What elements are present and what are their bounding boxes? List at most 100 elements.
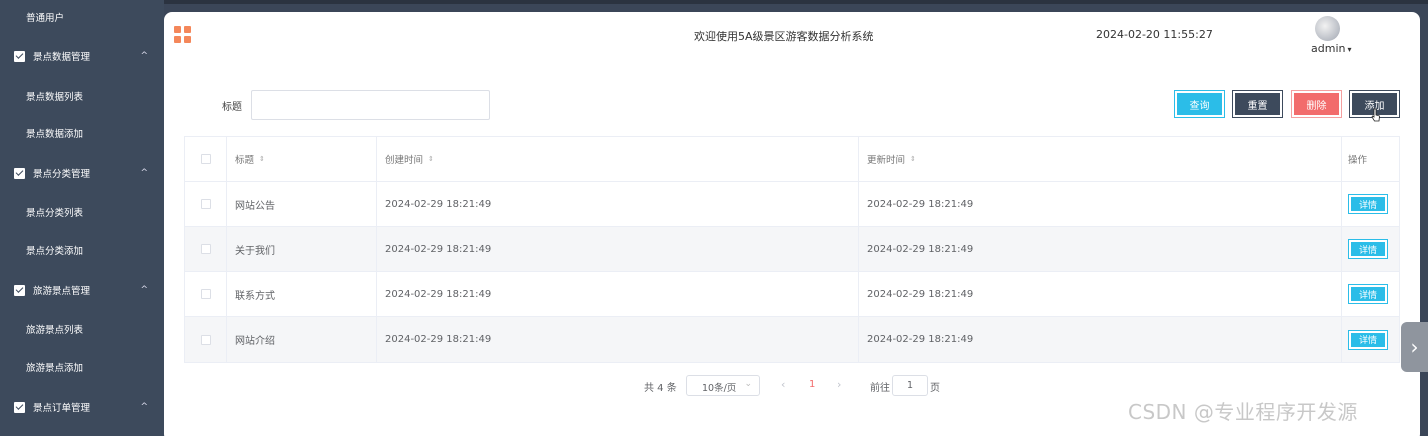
user-menu[interactable]: admin ▾	[1311, 42, 1351, 55]
caret-down-icon: ▾	[1347, 45, 1352, 54]
page-number-current[interactable]: 1	[809, 379, 815, 390]
sort-icon[interactable]: ⇕	[910, 155, 916, 163]
cell-created: 2024-02-29 18:21:49	[377, 182, 859, 226]
cell-created: 2024-02-29 18:21:49	[377, 227, 859, 271]
sidebar-item-label: 景点数据管理	[33, 52, 91, 63]
row-select-cell	[185, 182, 227, 226]
row-checkbox[interactable]	[200, 334, 211, 345]
sidebar-group[interactable]: 景点分类管理 ^	[0, 154, 164, 192]
main-panel: 欢迎使用5A级景区游客数据分析系统 2024-02-20 11:55:27 ad…	[164, 12, 1420, 436]
delete-button[interactable]: 删除	[1291, 90, 1342, 118]
cell-created: 2024-02-29 18:21:49	[377, 272, 859, 316]
sidebar-item-label: 景点分类添加	[26, 246, 84, 257]
drawer-toggle-button[interactable]: ›	[1401, 322, 1428, 372]
column-header-created[interactable]: 创建时间 ⇕	[377, 137, 859, 181]
detail-button[interactable]: 详情	[1348, 239, 1388, 259]
row-checkbox[interactable]	[200, 199, 211, 209]
sidebar-item[interactable]: 景点数据列表	[0, 77, 164, 115]
sidebar-item-label: 旅游景点管理	[33, 286, 91, 297]
sidebar-item-label: 景点订单管理	[33, 403, 91, 414]
cell-title: 网站公告	[227, 182, 377, 226]
column-header-updated[interactable]: 更新时间 ⇕	[859, 137, 1342, 181]
reset-button-label: 重置	[1247, 100, 1268, 112]
cell-ops: 详情	[1342, 272, 1399, 316]
column-ops-label: 操作	[1348, 155, 1368, 166]
reset-button[interactable]: 重置	[1232, 90, 1283, 118]
avatar[interactable]	[1315, 16, 1340, 41]
sidebar-item-label: 普通用户	[26, 13, 65, 24]
cell-updated: 2024-02-29 18:21:49	[859, 272, 1342, 316]
menu-checkbox-icon	[14, 401, 25, 413]
goto-page-input[interactable]	[892, 375, 928, 396]
sidebar-item-label: 景点数据列表	[26, 92, 84, 103]
sidebar-item[interactable]: 旅游景点列表	[0, 310, 164, 348]
sidebar-item-label: 景点分类列表	[26, 208, 84, 219]
cell-updated: 2024-02-29 18:21:49	[859, 182, 1342, 226]
cell-title: 关于我们	[227, 227, 377, 271]
row-checkbox[interactable]	[200, 244, 211, 254]
sidebar-item-label: 景点分类管理	[33, 169, 91, 180]
row-select-cell	[185, 317, 227, 362]
select-all-cell	[185, 137, 227, 181]
row-select-cell	[185, 227, 227, 271]
cell-updated: 2024-02-29 18:21:49	[859, 317, 1342, 362]
cell-ops: 详情	[1342, 317, 1399, 362]
sidebar-item[interactable]: 普通用户	[0, 0, 164, 36]
column-header-title[interactable]: 标题 ⇕	[227, 137, 377, 181]
sidebar-group[interactable]: 景点订单管理 ^	[0, 388, 164, 426]
menu-checkbox-icon	[14, 167, 25, 179]
sidebar-item[interactable]: 景点分类列表	[0, 193, 164, 231]
page-size-select[interactable]: 10条/页 ⌄	[686, 375, 760, 396]
top-strip	[0, 0, 1428, 4]
sidebar-item-label: 旅游景点列表	[26, 325, 84, 336]
detail-button[interactable]: 详情	[1348, 329, 1388, 350]
sidebar-item[interactable]: 旅游景点添加	[0, 348, 164, 386]
sidebar-item[interactable]: 景点分类添加	[0, 231, 164, 269]
data-table: 标题 ⇕ 创建时间 ⇕ 更新时间 ⇕ 操作 网站公告 2024-02-29 18:21:…	[184, 136, 1400, 363]
menu-checkbox-icon	[14, 284, 25, 296]
delete-button-label: 删除	[1306, 100, 1327, 112]
sidebar-group[interactable]: 旅游景点管理 ^	[0, 271, 164, 309]
sidebar: 普通用户 景点数据管理 ^ 景点数据列表 景点数据添加 景点分类管理 ^ 景点分类列表 景点分类…	[0, 0, 164, 436]
cell-ops: 详情	[1342, 227, 1399, 271]
table-header-row: 标题 ⇕ 创建时间 ⇕ 更新时间 ⇕ 操作	[185, 137, 1399, 182]
pagination-total: 共 4 条	[644, 383, 677, 394]
watermark: CSDN @专业程序开发源	[1128, 400, 1358, 424]
query-button-label: 查询	[1189, 100, 1210, 112]
query-button[interactable]: 查询	[1174, 90, 1225, 118]
sidebar-group[interactable]: 景点数据管理 ^	[0, 37, 164, 75]
column-created-label: 创建时间	[385, 155, 424, 166]
row-checkbox[interactable]	[200, 289, 211, 299]
next-page-button[interactable]: ›	[837, 378, 841, 391]
table-row: 联系方式 2024-02-29 18:21:49 2024-02-29 18:21:…	[185, 272, 1399, 317]
mouse-pointer-icon	[1371, 108, 1380, 122]
chevron-right-icon: ›	[1410, 335, 1419, 359]
column-header-ops: 操作	[1342, 137, 1399, 181]
table-row: 关于我们 2024-02-29 18:21:49 2024-02-29 18:21:…	[185, 227, 1399, 272]
title-filter-input[interactable]	[251, 90, 490, 120]
menu-checkbox-icon	[14, 50, 25, 62]
sidebar-item[interactable]: 景点数据添加	[0, 114, 164, 152]
table-row: 网站公告 2024-02-29 18:21:49 2024-02-29 18:21:…	[185, 182, 1399, 227]
select-all-checkbox[interactable]	[200, 154, 211, 164]
username-label: admin	[1311, 42, 1346, 55]
header-datetime: 2024-02-20 11:55:27	[1096, 28, 1213, 41]
sort-icon[interactable]: ⇕	[428, 155, 434, 163]
welcome-title: 欢迎使用5A级景区游客数据分析系统	[694, 30, 874, 43]
table-row: 网站介绍 2024-02-29 18:21:49 2024-02-29 18:21:…	[185, 317, 1399, 362]
chevron-down-icon: ⌄	[744, 379, 752, 389]
sidebar-item-label: 景点数据添加	[26, 129, 84, 140]
chevron-up-icon: ^	[140, 51, 148, 61]
column-updated-label: 更新时间	[867, 155, 906, 166]
chevron-up-icon: ^	[140, 402, 148, 412]
title-filter-label: 标题	[222, 102, 242, 113]
detail-button[interactable]: 详情	[1348, 284, 1388, 304]
detail-button[interactable]: 详情	[1348, 194, 1388, 214]
prev-page-button[interactable]: ‹	[781, 378, 785, 391]
menu-grid-icon[interactable]	[174, 26, 191, 43]
sort-icon[interactable]: ⇕	[259, 155, 265, 163]
pagination: 共 4 条 10条/页 ⌄ ‹ 1 › 前往 页	[164, 375, 1420, 397]
page-size-value: 10条/页	[702, 383, 737, 394]
goto-label: 前往	[870, 383, 890, 394]
row-select-cell	[185, 272, 227, 316]
